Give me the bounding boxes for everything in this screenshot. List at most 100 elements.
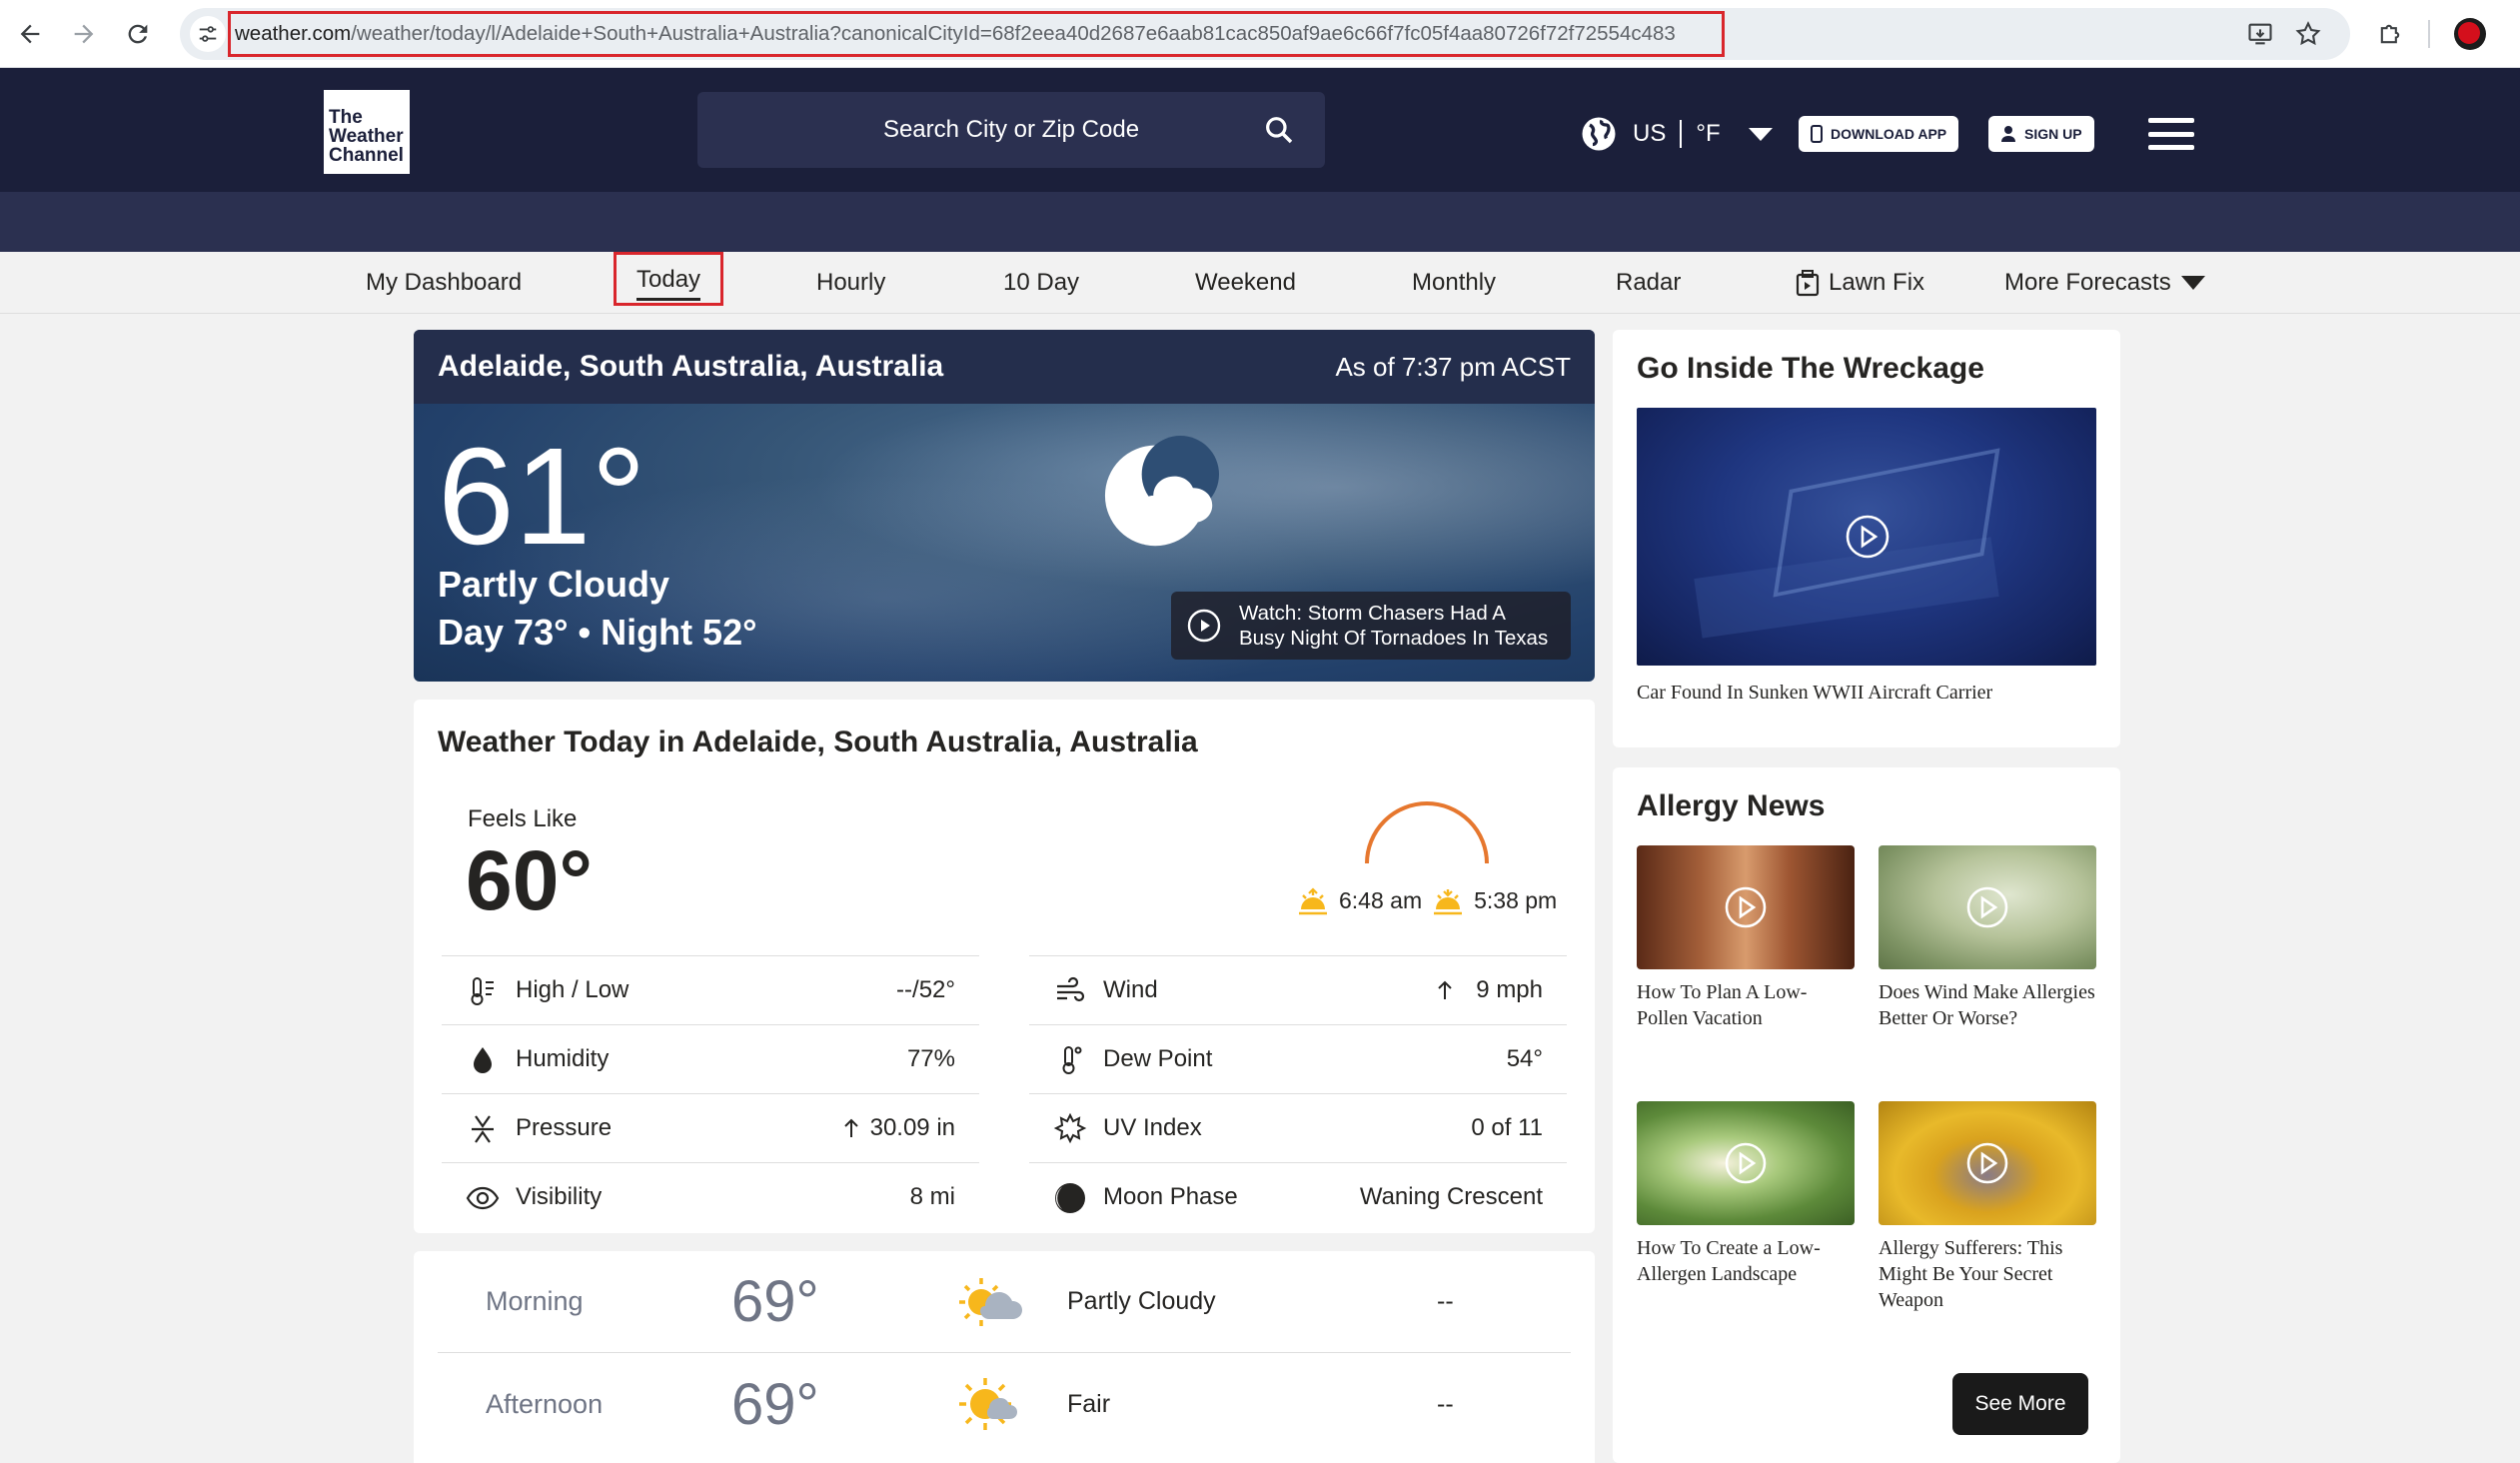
detail-dew-point: Dew Point 54° (1029, 1024, 1567, 1093)
tab-more-forecasts[interactable]: More Forecasts (2004, 252, 2205, 314)
detail-label: High / Low (516, 976, 630, 1003)
tab-lawn-fix[interactable]: Lawn Fix (1795, 252, 1924, 314)
allergy-caption-link[interactable]: How To Create a Low-Allergen Landscape (1637, 1235, 1855, 1287)
allergy-caption-link[interactable]: How To Plan A Low-Pollen Vacation (1637, 979, 1855, 1031)
allergy-thumbnail[interactable] (1637, 845, 1855, 969)
daypart-row[interactable]: Morning 69° Partly Cloudy -- (438, 1251, 1571, 1353)
menu-bar (2148, 118, 2194, 123)
daypart-phrase: Partly Cloudy (1067, 1287, 1216, 1315)
detail-value: Waning Crescent (1359, 1183, 1543, 1210)
wreckage-caption-link[interactable]: Car Found In Sunken WWII Aircraft Carrie… (1637, 682, 1992, 705)
toolbar-divider (2428, 20, 2430, 48)
details-left-column: High / Low --/52° Humidity 77% Pressure … (442, 955, 979, 1231)
globe-icon[interactable] (1581, 116, 1617, 152)
url-text[interactable]: weather.com/weather/today/l/Adelaide+Sou… (228, 11, 1725, 57)
tab-10-day[interactable]: 10 Day (1003, 252, 1079, 314)
search-input[interactable]: Search City or Zip Code (697, 92, 1325, 168)
extensions-button[interactable] (2370, 14, 2410, 54)
detail-pressure: Pressure 30.09 in (442, 1093, 979, 1162)
daypart-name: Afternoon (486, 1388, 604, 1419)
see-more-button[interactable]: See More (1952, 1373, 2088, 1435)
locale-country: US (1633, 120, 1667, 147)
tab-label: My Dashboard (366, 269, 523, 296)
sign-up-button[interactable]: SIGN UP (1988, 116, 2094, 152)
avatar (2454, 18, 2486, 50)
lawn-fix-icon (1796, 270, 1820, 297)
video-teaser-link[interactable]: Watch: Storm Chasers Had A Busy Night Of… (1171, 592, 1571, 660)
forecast-subnav: My Dashboard Today Hourly 10 Day Weekend… (0, 252, 2520, 314)
profile-button[interactable] (2450, 14, 2490, 54)
detail-label: Moon Phase (1103, 1183, 1238, 1210)
menu-button[interactable] (2148, 118, 2194, 150)
install-app-icon[interactable] (2246, 20, 2274, 48)
detail-visibility: Visibility 8 mi (442, 1162, 979, 1231)
reload-button[interactable] (118, 14, 158, 54)
daypart-row[interactable]: Afternoon 69° Fair -- (438, 1353, 1571, 1455)
daypart-name: Morning (486, 1286, 584, 1316)
detail-value: 8 mi (909, 1183, 955, 1210)
locale-selector[interactable]: US °F (1633, 118, 1773, 150)
arrow-up-icon (843, 1118, 858, 1137)
current-temperature: 61° (438, 420, 646, 574)
menu-bar (2148, 131, 2194, 137)
tab-weekend[interactable]: Weekend (1195, 252, 1296, 314)
ad-banner (0, 192, 2520, 252)
reload-icon (128, 24, 148, 44)
fair-day-icon (959, 1378, 1017, 1430)
chevron-down-icon (1748, 127, 1773, 141)
puzzle-icon (2380, 24, 2400, 44)
humidity-drop-icon (474, 1047, 492, 1073)
forward-button[interactable] (64, 14, 104, 54)
daypart-precip: -- (1437, 1389, 1454, 1418)
pressure-icon (472, 1115, 494, 1143)
allergy-news-title: Allergy News (1637, 789, 1826, 822)
detail-value: 9 mph (1476, 976, 1543, 1003)
current-conditions-card: Adelaide, South Australia, Australia As … (414, 330, 1595, 682)
chevron-down-icon (2180, 276, 2205, 290)
allergy-caption-link[interactable]: Allergy Sufferers: This Might Be Your Se… (1879, 1235, 2096, 1313)
detail-value: --/52° (896, 976, 955, 1003)
arrow-left-icon (20, 24, 40, 44)
daypart-forecast-card: Morning 69° Partly Cloudy -- Afternoon 6… (414, 1251, 1595, 1463)
allergy-thumbnail[interactable] (1879, 1101, 2096, 1225)
logo-line: Channel (329, 145, 404, 166)
menu-bar (2148, 145, 2194, 150)
current-conditions-header: Adelaide, South Australia, Australia As … (414, 330, 1595, 404)
detail-label: Dew Point (1103, 1045, 1213, 1072)
sunrise-icon (1299, 887, 1327, 915)
search-icon[interactable] (1263, 114, 1295, 146)
feels-like-value: 60° (466, 833, 594, 927)
tab-hourly[interactable]: Hourly (816, 252, 885, 314)
tab-monthly[interactable]: Monthly (1412, 252, 1496, 314)
back-button[interactable] (10, 14, 50, 54)
feels-like-label: Feels Like (468, 805, 578, 832)
tab-label: 10 Day (1003, 269, 1080, 296)
browser-toolbar: weather.com/weather/today/l/Adelaide+Sou… (0, 0, 2520, 68)
tab-my-dashboard[interactable]: My Dashboard (366, 252, 522, 314)
wreckage-card-title: Go Inside The Wreckage (1637, 352, 1984, 385)
weather-channel-logo[interactable]: The Weather Channel (324, 90, 410, 174)
tab-label: Radar (1616, 269, 1682, 296)
today-details-card: Weather Today in Adelaide, South Austral… (414, 700, 1595, 1233)
wreckage-video-thumbnail[interactable] (1637, 408, 2096, 666)
bookmark-star-icon[interactable] (2294, 20, 2322, 48)
tab-today[interactable]: Today (614, 252, 724, 306)
download-app-button[interactable]: DOWNLOAD APP (1799, 116, 1959, 152)
allergy-thumbnail[interactable] (1637, 1101, 1855, 1225)
detail-value-wrap: 30.09 in (842, 1114, 955, 1142)
allergy-caption-link[interactable]: Does Wind Make Allergies Better Or Worse… (1879, 979, 2096, 1031)
tab-label: Weekend (1195, 269, 1296, 296)
address-bar[interactable]: weather.com/weather/today/l/Adelaide+Sou… (180, 8, 2350, 60)
detail-label: Humidity (516, 1045, 610, 1072)
site-header: The Weather Channel Search City or Zip C… (0, 68, 2520, 192)
tab-radar[interactable]: Radar (1616, 252, 1681, 314)
weather-phrase: Partly Cloudy (438, 564, 670, 605)
dew-point-icon (1062, 1046, 1082, 1074)
detail-high-low: High / Low --/52° (442, 955, 979, 1024)
tab-label: Monthly (1412, 269, 1497, 296)
site-info-button[interactable] (190, 16, 226, 52)
tab-label: Today (636, 266, 701, 301)
allergy-thumbnail[interactable] (1879, 845, 2096, 969)
detail-label: Pressure (516, 1114, 613, 1141)
play-icon (1725, 1142, 1767, 1184)
